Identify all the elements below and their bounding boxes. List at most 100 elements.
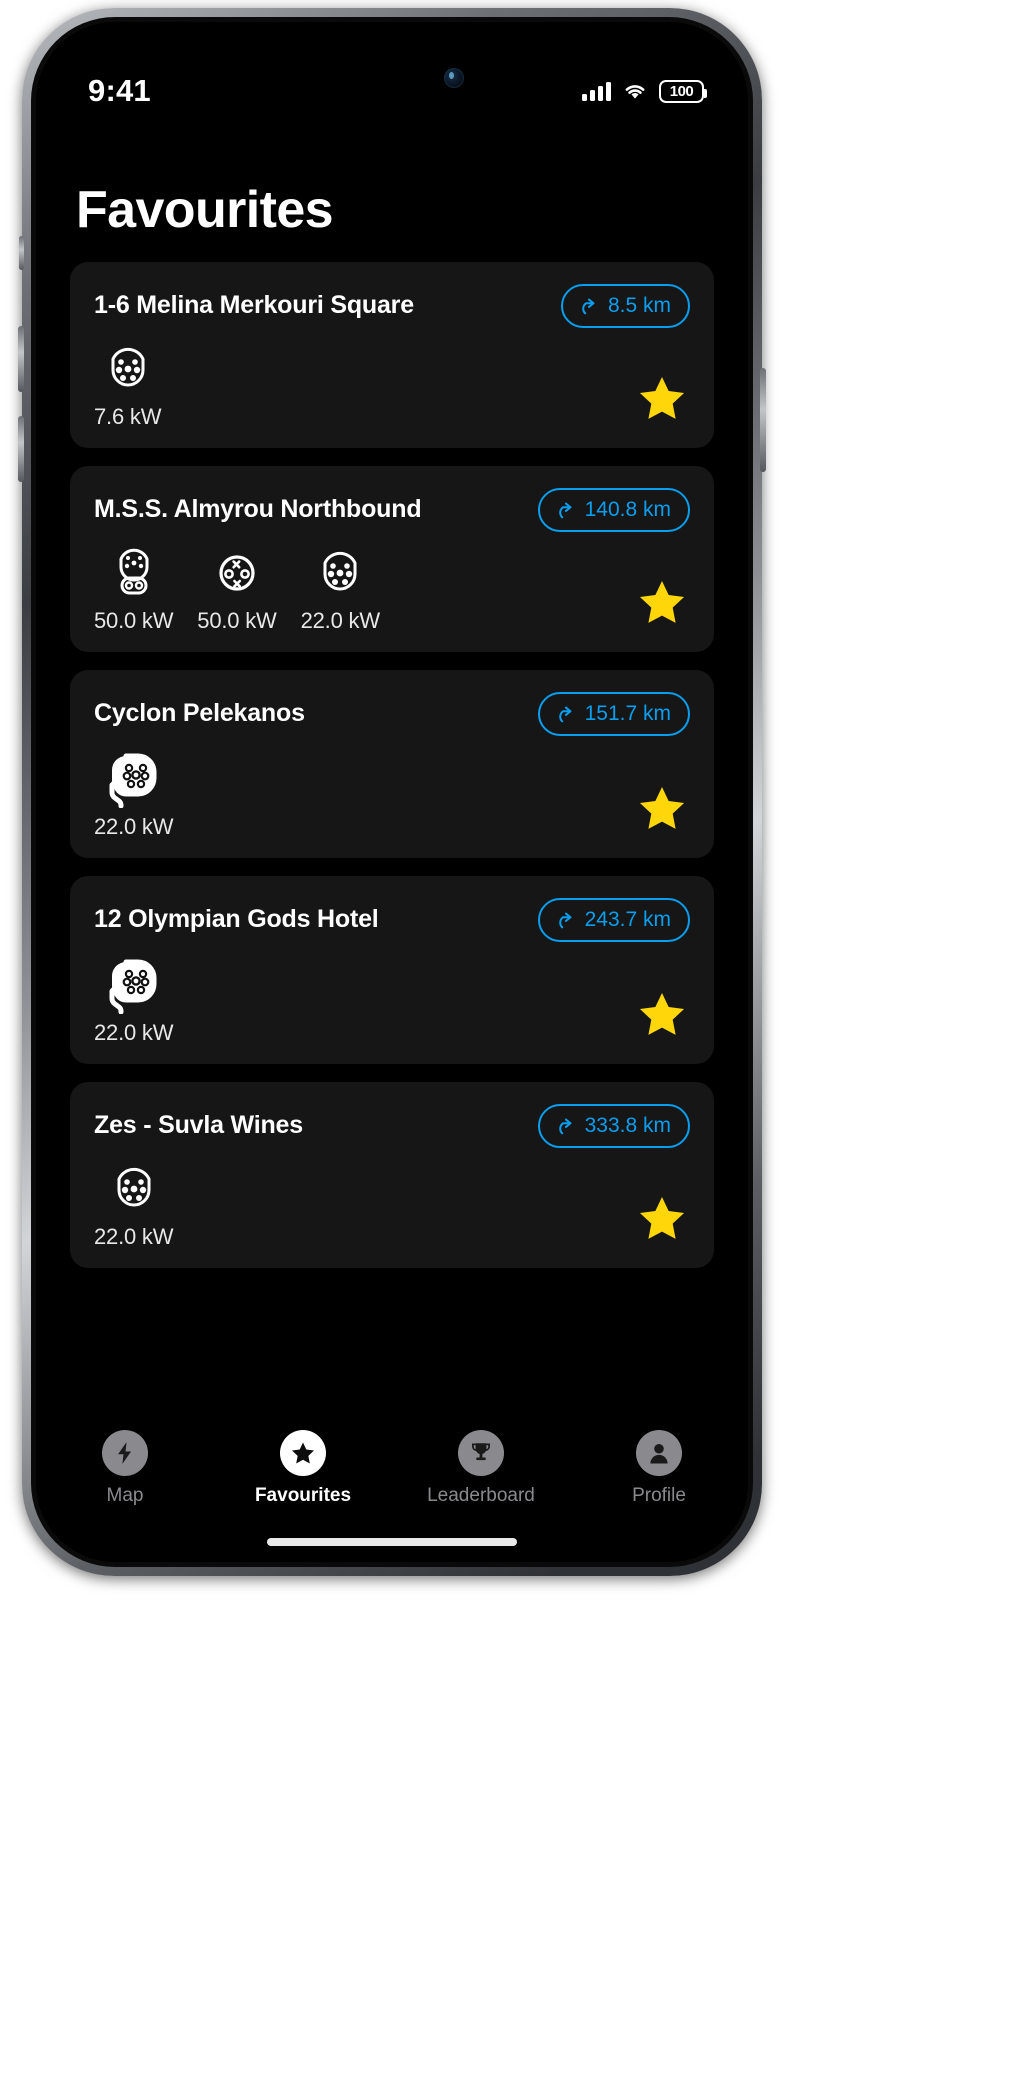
connector-power: 50.0 kW (197, 608, 277, 633)
connector-item: 22.0 kW (94, 748, 173, 840)
phone-bezel: 9:41 100 Favourites 1-6 Melina Merkouri … (31, 17, 753, 1567)
phone-screen: 9:41 100 Favourites 1-6 Melina Merkouri … (36, 22, 748, 1562)
station-name: Cyclon Pelekanos (94, 699, 305, 728)
battery-icon: 100 (659, 79, 707, 103)
tab-icon-background (280, 1430, 326, 1476)
bolt-icon (118, 1442, 132, 1464)
tab-label: Map (106, 1485, 144, 1506)
distance-label: 333.8 km (584, 1114, 671, 1137)
station-card-body: 22.0 kW (94, 748, 690, 840)
connector-item: 22.0 kW (301, 544, 380, 634)
favourites-list[interactable]: 1-6 Melina Merkouri Square 8.5 km 7.6 kW… (36, 262, 748, 1414)
trophy-icon (472, 1443, 490, 1461)
favourites-screen: Favourites 1-6 Melina Merkouri Square 8.… (36, 22, 748, 1562)
connector-list: 22.0 kW (94, 1160, 173, 1250)
connector-item: 22.0 kW (94, 1160, 173, 1250)
tab-label: Profile (632, 1485, 686, 1506)
distance-pill[interactable]: 8.5 km (560, 284, 690, 328)
type2-socket-icon (111, 347, 145, 387)
connector-list: 7.6 kW (94, 340, 161, 430)
station-card-body: 22.0 kW (94, 1160, 690, 1250)
connector-power: 50.0 kW (94, 608, 174, 633)
tab-icon-background (636, 1430, 682, 1476)
power-button[interactable] (760, 368, 766, 472)
station-card-header: M.S.S. Almyrou Northbound 140.8 km (94, 486, 690, 534)
tab-favourites[interactable]: Favourites (214, 1430, 392, 1507)
dynamic-island (294, 50, 490, 106)
distance-label: 151.7 km (584, 702, 671, 725)
station-card[interactable]: Cyclon Pelekanos 151.7 km 22.0 kW (70, 670, 714, 858)
type2-socket-icon (323, 551, 357, 591)
distance-pill[interactable]: 140.8 km (537, 488, 690, 532)
tab-label: Favourites (254, 1485, 352, 1506)
home-indicator[interactable] (267, 1538, 517, 1546)
directions-arrow-icon (582, 298, 595, 315)
person-icon (650, 1444, 668, 1464)
connector-item: 22.0 kW (94, 954, 173, 1046)
connector-power: 22.0 kW (94, 1020, 174, 1045)
station-card-header: 1-6 Melina Merkouri Square 8.5 km (94, 282, 690, 330)
battery-level-label: 100 (669, 82, 694, 100)
station-card-body: 7.6 kW (94, 340, 690, 430)
type2-tethered-plug-icon (109, 753, 157, 808)
status-bar-indicators: 100 (582, 79, 707, 103)
connector-item: 7.6 kW (94, 340, 161, 430)
station-card[interactable]: M.S.S. Almyrou Northbound 140.8 km 50.0 … (70, 466, 714, 652)
distance-pill[interactable]: 333.8 km (537, 1104, 690, 1148)
directions-arrow-icon (558, 912, 572, 929)
connector-power: 7.6 kW (94, 404, 162, 429)
station-card-body: 22.0 kW (94, 954, 690, 1046)
tab-label: Leaderboard (427, 1485, 535, 1506)
favourite-star-icon[interactable] (634, 372, 690, 426)
tab-icon-background (102, 1430, 148, 1476)
favourite-star-icon[interactable] (634, 576, 690, 630)
cellular-signal-icon (582, 81, 611, 101)
station-card[interactable]: Zes - Suvla Wines 333.8 km 22.0 kW (70, 1082, 714, 1268)
page-title: Favourites (76, 181, 334, 239)
front-camera-icon (444, 68, 464, 88)
station-card-header: Cyclon Pelekanos 151.7 km (94, 690, 690, 738)
station-card-body: 50.0 kW 50.0 kW 22.0 kW (94, 544, 690, 634)
type2-socket-icon (117, 1167, 151, 1207)
distance-label: 243.7 km (584, 908, 671, 931)
connector-item: 50.0 kW (197, 544, 277, 634)
chademo-socket-icon (219, 555, 255, 591)
favourite-star-icon[interactable] (634, 988, 690, 1042)
phone-device-frame: 9:41 100 Favourites 1-6 Melina Merkouri … (18, 8, 766, 1576)
status-bar-clock: 9:41 (88, 73, 151, 108)
tab-map[interactable]: Map (36, 1430, 214, 1507)
favourite-star-icon[interactable] (634, 1192, 690, 1246)
type2-tethered-plug-icon (109, 959, 157, 1014)
station-card[interactable]: 12 Olympian Gods Hotel 243.7 km 22.0 kW (70, 876, 714, 1064)
distance-pill[interactable]: 151.7 km (537, 692, 690, 736)
connector-list: 22.0 kW (94, 748, 173, 840)
station-card-header: 12 Olympian Gods Hotel 243.7 km (94, 896, 690, 944)
distance-label: 8.5 km (607, 294, 671, 317)
distance-pill[interactable]: 243.7 km (537, 898, 690, 942)
tab-leaderboard[interactable]: Leaderboard (392, 1430, 570, 1507)
volume-down-button[interactable] (18, 416, 24, 482)
silent-switch[interactable] (19, 236, 24, 270)
station-name: Zes - Suvla Wines (94, 1111, 303, 1140)
star-icon (291, 1441, 315, 1463)
connector-power: 22.0 kW (94, 1224, 174, 1249)
volume-up-button[interactable] (18, 326, 24, 392)
connector-power: 22.0 kW (300, 608, 380, 633)
station-card-header: Zes - Suvla Wines 333.8 km (94, 1102, 690, 1150)
station-card[interactable]: 1-6 Melina Merkouri Square 8.5 km 7.6 kW (70, 262, 714, 448)
connector-list: 22.0 kW (94, 954, 173, 1046)
connector-list: 50.0 kW 50.0 kW 22.0 kW (94, 544, 380, 634)
tab-icon-background (458, 1430, 504, 1476)
directions-arrow-icon (558, 502, 572, 519)
connector-power: 22.0 kW (94, 814, 174, 839)
distance-label: 140.8 km (584, 498, 671, 521)
station-name: M.S.S. Almyrou Northbound (94, 495, 422, 524)
connector-item: 50.0 kW (94, 544, 173, 634)
directions-arrow-icon (558, 706, 572, 723)
tab-profile[interactable]: Profile (570, 1430, 748, 1507)
directions-arrow-icon (558, 1118, 572, 1135)
favourite-star-icon[interactable] (634, 782, 690, 836)
station-name: 12 Olympian Gods Hotel (94, 905, 379, 934)
ccs-combo-socket-icon (119, 548, 149, 595)
station-name: 1-6 Melina Merkouri Square (94, 291, 414, 320)
